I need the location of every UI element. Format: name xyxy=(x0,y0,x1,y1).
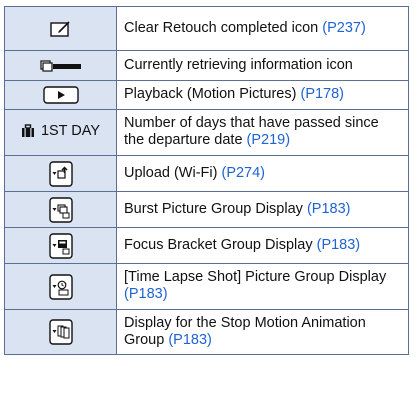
description-text: Clear Retouch completed icon xyxy=(124,19,323,36)
icon-reference-page: Clear Retouch completed icon (P237) Curr… xyxy=(0,0,418,402)
description-cell: Number of days that have passed since th… xyxy=(116,109,409,156)
icon-cell xyxy=(4,263,117,310)
table-row: 1ST DAY Number of days that have passed … xyxy=(4,109,409,156)
playback-icon xyxy=(5,86,116,104)
page-reference-link[interactable]: (P219) xyxy=(247,132,291,148)
page-reference-link[interactable]: (P183) xyxy=(124,286,168,302)
description-cell: Focus Bracket Group Display (P183) xyxy=(116,227,409,264)
table-row: Upload (Wi-Fi) (P274) xyxy=(4,155,409,192)
retouch-completed-icon xyxy=(5,20,116,38)
description-cell: Clear Retouch completed icon (P237) xyxy=(116,6,409,51)
icon-cell xyxy=(4,50,117,81)
suitcase-icon xyxy=(21,123,35,138)
table-row: Burst Picture Group Display (P183) xyxy=(4,191,409,228)
upload-icon xyxy=(5,160,116,187)
days-elapsed-indicator: 1ST DAY xyxy=(21,123,100,139)
description-text: [Time Lapse Shot] Picture Group Display xyxy=(124,269,387,285)
page-reference-link[interactable]: (P183) xyxy=(307,201,351,217)
description-text: Display for the Stop Motion Animation Gr… xyxy=(124,314,366,348)
burst-group-icon xyxy=(5,196,116,223)
table-row: Display for the Stop Motion Animation Gr… xyxy=(4,309,409,355)
icon-reference-table: Clear Retouch completed icon (P237) Curr… xyxy=(4,6,409,355)
table-row: Playback (Motion Pictures) (P178) xyxy=(4,80,409,110)
description-cell: Currently retrieving information icon xyxy=(116,50,409,81)
icon-cell xyxy=(4,227,117,264)
icon-cell xyxy=(4,155,117,192)
description-text: Playback (Motion Pictures) xyxy=(124,86,301,102)
description-cell: [Time Lapse Shot] Picture Group Display … xyxy=(116,263,409,310)
retrieving-info-icon xyxy=(5,59,116,72)
time-lapse-group-icon xyxy=(5,273,116,300)
description-text: Currently retrieving information icon xyxy=(124,56,353,73)
icon-cell xyxy=(4,80,117,110)
stop-motion-group-icon xyxy=(5,319,116,345)
table-row: Focus Bracket Group Display (P183) xyxy=(4,227,409,264)
table-row: Clear Retouch completed icon (P237) xyxy=(4,6,409,51)
description-text: Focus Bracket Group Display xyxy=(124,236,317,253)
days-label: 1ST DAY xyxy=(40,122,101,139)
table-row: Currently retrieving information icon xyxy=(4,50,409,81)
description-text: Upload (Wi-Fi) xyxy=(124,164,222,181)
description-text: Burst Picture Group Display xyxy=(124,200,307,217)
description-cell: Playback (Motion Pictures) (P178) xyxy=(116,80,409,110)
page-reference-link[interactable]: (P274) xyxy=(221,165,265,181)
page-reference-link[interactable]: (P183) xyxy=(317,237,361,253)
icon-cell: 1ST DAY xyxy=(4,109,117,156)
description-cell: Burst Picture Group Display (P183) xyxy=(116,191,409,228)
table-row: [Time Lapse Shot] Picture Group Display … xyxy=(4,263,409,310)
page-reference-link[interactable]: (P237) xyxy=(322,20,366,36)
page-reference-link[interactable]: (P183) xyxy=(168,332,212,348)
icon-cell xyxy=(4,309,117,355)
description-cell: Upload (Wi-Fi) (P274) xyxy=(116,155,409,192)
icon-cell xyxy=(4,6,117,51)
page-reference-link[interactable]: (P178) xyxy=(300,86,344,102)
description-cell: Display for the Stop Motion Animation Gr… xyxy=(116,309,409,355)
icon-cell xyxy=(4,191,117,228)
focus-bracket-group-icon xyxy=(5,232,116,259)
